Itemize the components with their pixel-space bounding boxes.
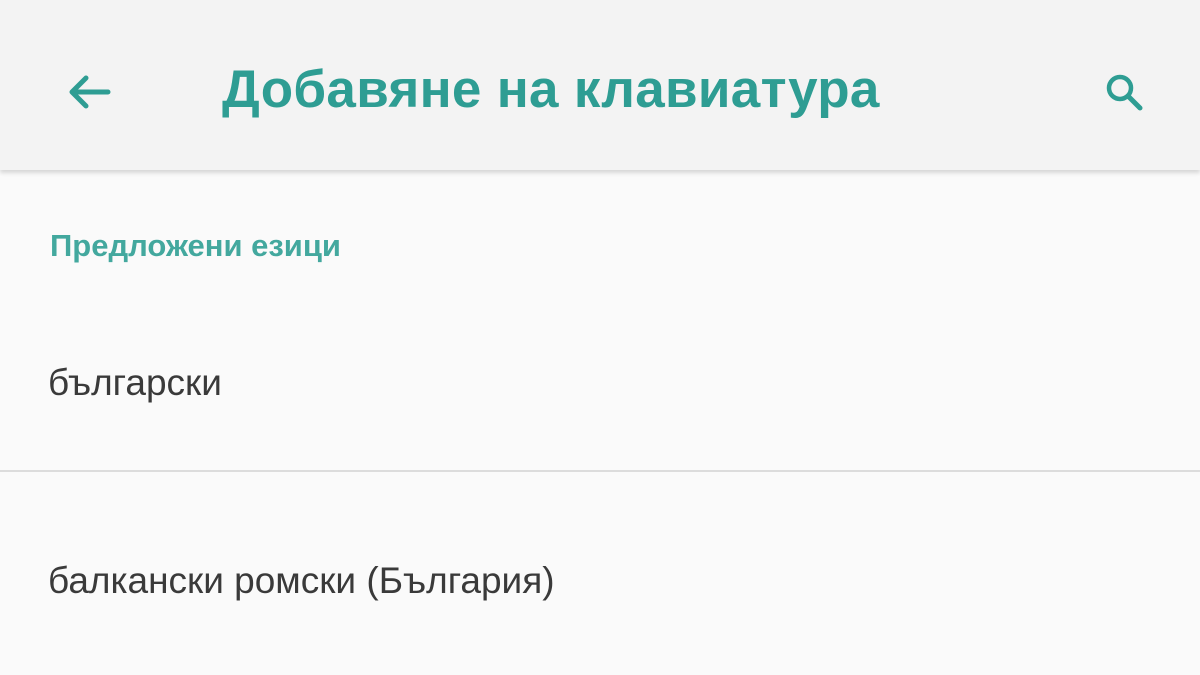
add-keyboard-screen: Добавяне на клавиатура Предложени езици …: [0, 0, 1200, 675]
back-button[interactable]: [52, 56, 124, 128]
search-button[interactable]: [1088, 56, 1160, 128]
app-bar: Добавяне на клавиатура: [0, 0, 1200, 170]
arrow-back-icon: [69, 75, 111, 109]
page-title: Добавяне на клавиатура: [222, 60, 880, 119]
search-icon: [1106, 74, 1143, 111]
list-item-balkan-romani[interactable]: балкански ромски (България): [0, 472, 1200, 675]
list-item-label: български: [48, 362, 222, 403]
list-item-label: балкански ромски (България): [48, 560, 555, 601]
language-list: Предложени езици български балкански ром…: [0, 170, 1200, 675]
list-item-bulgarian[interactable]: български: [0, 310, 1200, 470]
section-header-suggested-languages: Предложени езици: [50, 228, 341, 263]
